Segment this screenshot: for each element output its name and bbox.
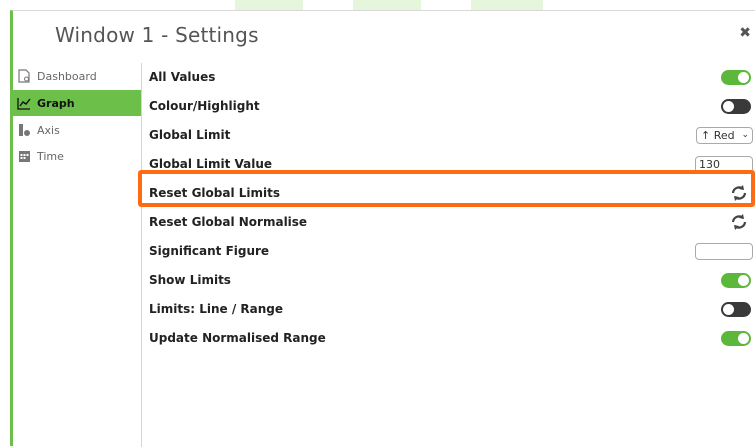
sidebar-item-dashboard[interactable]: Dashboard [13,63,141,89]
sidebar: Dashboard Graph Axis Time [13,63,142,447]
setting-label: Colour/Highlight [149,99,260,113]
setting-label: Significant Figure [149,244,270,258]
colour-highlight-toggle[interactable] [721,99,751,114]
top-strip [0,0,755,10]
setting-limits-line-range: Limits: Line / Range [149,295,755,324]
setting-label: All Values [149,70,216,84]
setting-label: Global Limit [149,128,231,142]
setting-colour-highlight: Colour/Highlight [149,92,755,121]
setting-label: Reset Global Limits [149,186,281,200]
sidebar-item-label: Dashboard [37,69,97,83]
sidebar-item-axis[interactable]: Axis [13,117,141,143]
calendar-icon [17,149,31,163]
close-icon[interactable]: ✖ [739,25,751,41]
setting-show-limits: Show Limits [149,266,755,295]
setting-all-values: All Values [149,63,755,92]
sidebar-item-time[interactable]: Time [13,143,141,169]
significant-figure-input[interactable] [695,243,753,260]
sidebar-item-label: Axis [37,123,60,137]
global-limit-selected: ↑ Red [701,129,735,142]
settings-window: Window 1 - Settings ✖ Dashboard Graph Ax… [10,10,755,447]
setting-label: Global Limit Value [149,157,272,171]
limits-line-range-toggle[interactable] [721,302,751,317]
setting-label: Reset Global Normalise [149,215,308,229]
window-title: Window 1 - Settings [55,23,259,47]
sidebar-item-label: Graph [37,96,75,110]
axis-icon [17,123,31,137]
setting-global-limit: Global Limit ↑ Red ⌄ [149,121,755,150]
setting-reset-global-limits: Reset Global Limits [149,179,755,208]
all-values-toggle[interactable] [721,70,751,85]
setting-label: Update Normalised Range [149,331,326,345]
graph-icon [17,96,31,110]
dashboard-icon [17,69,31,83]
background-tab [353,0,421,10]
update-normalised-range-toggle[interactable] [721,331,751,346]
setting-global-limit-value: Global Limit Value 130 [149,150,755,179]
show-limits-toggle[interactable] [721,273,751,288]
sidebar-item-graph[interactable]: Graph [13,90,141,116]
setting-label: Limits: Line / Range [149,302,284,316]
background-tab [471,0,543,10]
reset-icon[interactable] [729,184,749,202]
global-limit-value-input[interactable]: 130 [695,156,753,173]
setting-reset-global-normalise: Reset Global Normalise [149,208,755,237]
sidebar-item-label: Time [37,149,64,163]
reset-icon[interactable] [729,213,749,231]
setting-significant-figure: Significant Figure [149,237,755,266]
chevron-down-icon: ⌄ [741,130,749,140]
setting-update-normalised-range: Update Normalised Range [149,324,755,353]
setting-label: Show Limits [149,273,231,287]
background-tab [235,0,303,10]
global-limit-select[interactable]: ↑ Red ⌄ [696,127,753,144]
